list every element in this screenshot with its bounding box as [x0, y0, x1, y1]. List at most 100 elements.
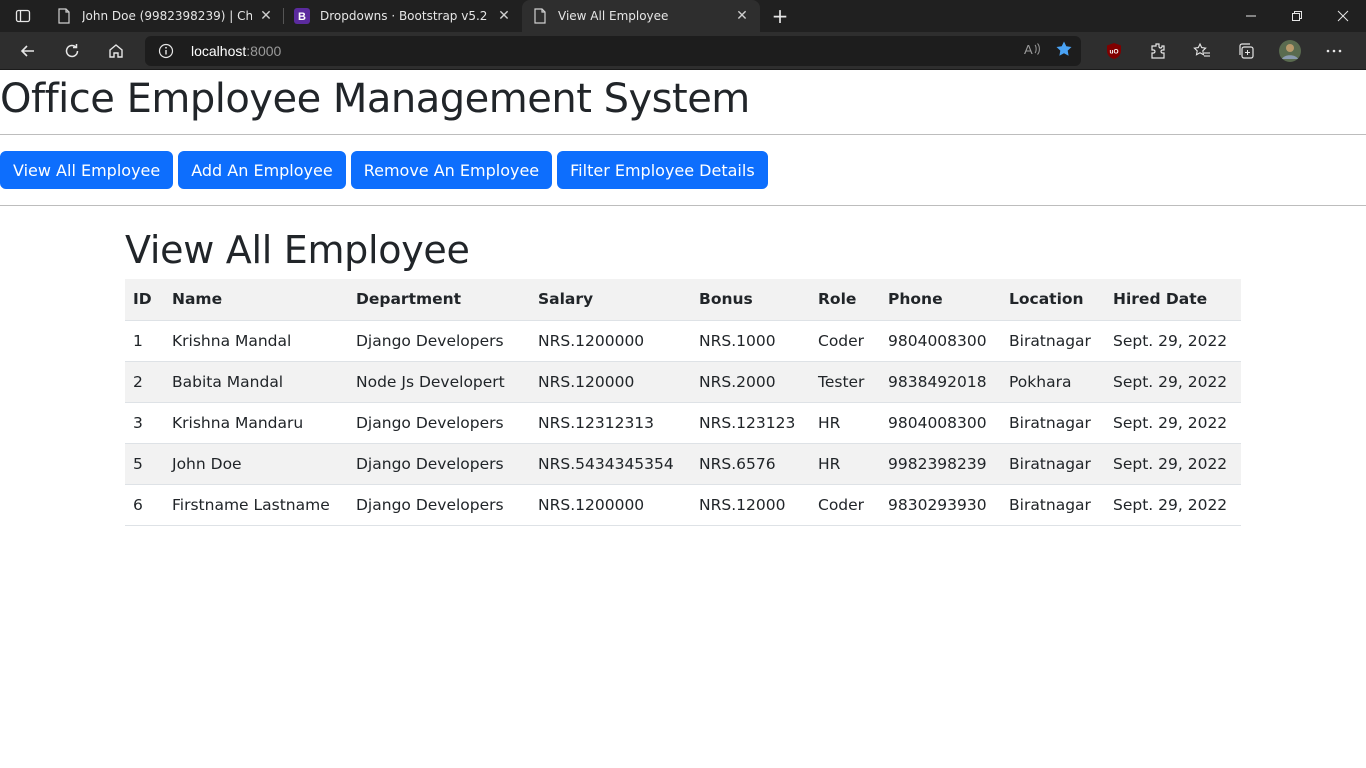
cell-phone: 9838492018: [880, 361, 1001, 403]
cell-location: Biratnagar: [1001, 443, 1105, 485]
window-controls: [1228, 0, 1366, 32]
cell-role: HR: [810, 402, 880, 444]
cell-role: Coder: [810, 484, 880, 526]
cell-bonus: NRS.2000: [691, 361, 810, 403]
column-header-role: Role: [810, 279, 880, 321]
page-content: Office Employee Management System View A…: [0, 71, 1366, 768]
browser-tab-bar: John Doe (9982398239) | Change ✕ B Dropd…: [0, 0, 1366, 32]
home-icon[interactable]: [94, 32, 138, 70]
filter-employee-button[interactable]: Filter Employee Details: [557, 151, 768, 189]
table-header-row: ID Name Department Salary Bonus Role Pho…: [125, 279, 1241, 321]
more-options-icon[interactable]: [1312, 32, 1356, 70]
cell-role: Coder: [810, 320, 880, 362]
new-tab-icon[interactable]: +: [760, 0, 800, 32]
cell-name: Krishna Mandal: [164, 320, 348, 362]
cell-name: John Doe: [164, 443, 348, 485]
profile-avatar[interactable]: [1268, 32, 1312, 70]
cell-location: Biratnagar: [1001, 484, 1105, 526]
cell-bonus: NRS.6576: [691, 443, 810, 485]
collections-icon[interactable]: [1224, 32, 1268, 70]
cell-role: Tester: [810, 361, 880, 403]
cell-phone: 9804008300: [880, 320, 1001, 362]
minimize-icon[interactable]: [1228, 0, 1274, 32]
cell-location: Biratnagar: [1001, 320, 1105, 362]
info-icon[interactable]: [157, 42, 175, 60]
bootstrap-icon: B: [294, 8, 310, 24]
cell-department: Django Developers: [348, 402, 530, 444]
page-icon: [532, 8, 548, 24]
remove-employee-button[interactable]: Remove An Employee: [350, 151, 553, 189]
cell-name: Babita Mandal: [164, 361, 348, 403]
back-icon[interactable]: [6, 32, 50, 70]
tab-title: View All Employee: [558, 9, 669, 23]
view-all-employee-button[interactable]: View All Employee: [0, 151, 174, 189]
toolbar-extensions: uO: [1092, 32, 1356, 70]
cell-salary: NRS.1200000: [530, 320, 691, 362]
column-header-hired-date: Hired Date: [1105, 279, 1241, 321]
browser-toolbar: localhost:8000 A uO: [0, 32, 1366, 70]
page-icon: [56, 8, 72, 24]
cell-salary: NRS.12312313: [530, 402, 691, 444]
read-aloud-icon[interactable]: A: [1023, 40, 1041, 62]
browser-tab-2[interactable]: B Dropdowns · Bootstrap v5.2 ✕: [284, 0, 522, 32]
cell-salary: NRS.1200000: [530, 484, 691, 526]
url-host: localhost: [191, 43, 247, 59]
cell-phone: 9982398239: [880, 443, 1001, 485]
column-header-location: Location: [1001, 279, 1105, 321]
cell-hired-date: Sept. 29, 2022: [1105, 402, 1241, 444]
cell-name: Firstname Lastname: [164, 484, 348, 526]
cell-location: Pokhara: [1001, 361, 1105, 403]
cell-hired-date: Sept. 29, 2022: [1105, 484, 1241, 526]
cell-id: 1: [125, 320, 164, 362]
table-row: 3 Krishna Mandaru Django Developers NRS.…: [125, 402, 1241, 444]
cell-bonus: NRS.123123: [691, 402, 810, 444]
refresh-icon[interactable]: [50, 32, 94, 70]
cell-bonus: NRS.12000: [691, 484, 810, 526]
column-header-phone: Phone: [880, 279, 1001, 321]
url-port: :8000: [246, 43, 282, 59]
divider: [0, 205, 1366, 206]
table-row: 6 Firstname Lastname Django Developers N…: [125, 484, 1241, 526]
close-icon[interactable]: ✕: [734, 8, 750, 24]
browser-tab-3-active[interactable]: View All Employee ✕: [522, 0, 760, 32]
favorites-icon[interactable]: [1180, 32, 1224, 70]
browser-tab-1[interactable]: John Doe (9982398239) | Change ✕: [46, 0, 284, 32]
address-bar[interactable]: localhost:8000 A: [145, 36, 1081, 66]
cell-id: 2: [125, 361, 164, 403]
column-header-name: Name: [164, 279, 348, 321]
svg-text:B: B: [298, 11, 306, 23]
cell-name: Krishna Mandaru: [164, 402, 348, 444]
section-title: View All Employee: [125, 228, 470, 272]
svg-text:uO: uO: [1109, 49, 1118, 56]
cell-hired-date: Sept. 29, 2022: [1105, 443, 1241, 485]
close-icon[interactable]: ✕: [258, 8, 274, 24]
table-row: 2 Babita Mandal Node Js Developert NRS.1…: [125, 361, 1241, 403]
employee-section: View All Employee ID Name Department Sal…: [125, 223, 1241, 526]
close-icon[interactable]: ✕: [496, 8, 512, 24]
favorite-star-icon[interactable]: [1055, 40, 1073, 62]
cell-id: 6: [125, 484, 164, 526]
table-row: 1 Krishna Mandal Django Developers NRS.1…: [125, 320, 1241, 362]
url-text: localhost:8000: [191, 43, 281, 59]
cell-phone: 9804008300: [880, 402, 1001, 444]
cell-department: Django Developers: [348, 320, 530, 362]
close-window-icon[interactable]: [1320, 0, 1366, 32]
cell-id: 5: [125, 443, 164, 485]
restore-icon[interactable]: [1274, 0, 1320, 32]
column-header-department: Department: [348, 279, 530, 321]
tab-title: John Doe (9982398239) | Change: [82, 9, 252, 23]
cell-phone: 9830293930: [880, 484, 1001, 526]
cell-role: HR: [810, 443, 880, 485]
app-title: Office Employee Management System: [0, 76, 750, 122]
cell-id: 3: [125, 402, 164, 444]
column-header-bonus: Bonus: [691, 279, 810, 321]
cell-salary: NRS.5434345354: [530, 443, 691, 485]
column-header-salary: Salary: [530, 279, 691, 321]
cell-department: Node Js Developert: [348, 361, 530, 403]
tab-actions-icon[interactable]: [0, 0, 46, 32]
add-employee-button[interactable]: Add An Employee: [178, 151, 346, 189]
ublock-icon[interactable]: uO: [1092, 32, 1136, 70]
cell-bonus: NRS.1000: [691, 320, 810, 362]
cell-salary: NRS.120000: [530, 361, 691, 403]
extensions-icon[interactable]: [1136, 32, 1180, 70]
